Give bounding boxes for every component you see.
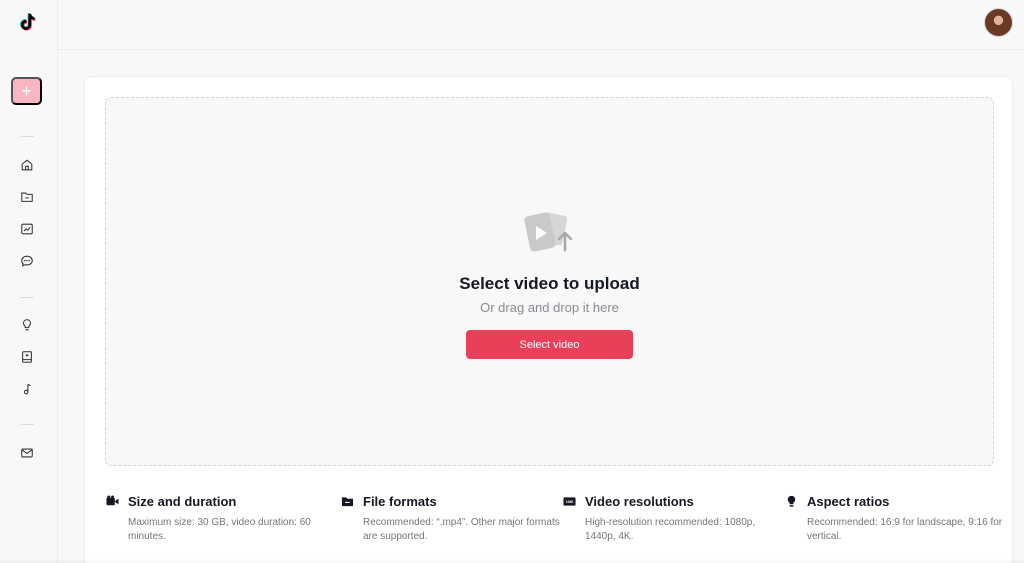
plus-icon: + <box>21 81 32 101</box>
sidebar-divider <box>20 136 34 137</box>
info-description: Recommended: 16:9 for landscape, 9:16 fo… <box>807 517 1003 542</box>
sidebar-item-feedback[interactable] <box>17 443 37 463</box>
comment-icon <box>21 255 33 267</box>
home-icon <box>21 159 33 171</box>
lightbulb-icon <box>22 319 32 331</box>
sidebar-item-home[interactable] <box>17 155 37 175</box>
info-title: Size and duration <box>128 494 237 509</box>
sidebar-item-content[interactable] <box>17 187 37 207</box>
info-title: Aspect ratios <box>807 494 890 509</box>
user-avatar[interactable] <box>984 8 1013 37</box>
lightbulb-icon <box>787 495 796 507</box>
music-note-icon <box>23 383 31 395</box>
upload-subtitle: Or drag and drop it here <box>480 300 619 315</box>
svg-text:1080: 1080 <box>566 500 574 504</box>
video-upload-icon <box>521 208 581 262</box>
upload-card: Select video to upload Or drag and drop … <box>84 76 1013 563</box>
sidebar-item-inspirations[interactable] <box>17 315 37 335</box>
info-description: High-resolution recommended: 1080p, 1440… <box>585 517 756 542</box>
sidebar-item-comments[interactable] <box>17 251 37 271</box>
video-camera-icon <box>106 495 119 506</box>
folder-icon <box>341 497 354 507</box>
info-description: Maximum size: 30 GB, video duration: 60 … <box>128 517 311 542</box>
bottom-shadow <box>0 559 1024 563</box>
info-aspect-ratios: Aspect ratios Recommended: 16:9 for land… <box>785 494 1005 544</box>
sidebar-item-academy[interactable] <box>17 347 37 367</box>
info-video-resolutions: 1080 Video resolutions High-resolution r… <box>563 494 783 544</box>
info-title: File formats <box>363 494 437 509</box>
info-file-formats: File formats Recommended: “.mp4”. Other … <box>341 494 561 544</box>
info-description: Recommended: “.mp4”. Other major formats… <box>363 517 560 542</box>
sidebar-item-sounds[interactable] <box>17 379 37 399</box>
sidebar: + <box>0 0 58 563</box>
tiktok-logo-icon[interactable] <box>15 11 37 33</box>
analytics-icon <box>21 223 33 235</box>
upload-title: Select video to upload <box>459 274 640 293</box>
resolution-icon: 1080 <box>563 497 576 506</box>
mail-icon <box>21 448 33 458</box>
info-title: Video resolutions <box>585 494 694 509</box>
book-icon <box>22 351 32 363</box>
sidebar-item-analytics[interactable] <box>17 219 37 239</box>
sidebar-divider <box>20 424 34 425</box>
upload-dropzone[interactable]: Select video to upload Or drag and drop … <box>105 97 994 466</box>
sidebar-divider <box>20 297 34 298</box>
folder-icon <box>21 192 33 202</box>
select-video-button[interactable]: Select video <box>466 330 633 359</box>
top-bar <box>58 0 1024 50</box>
create-post-button[interactable]: + <box>11 77 42 105</box>
info-size-duration: Size and duration Maximum size: 30 GB, v… <box>106 494 326 544</box>
